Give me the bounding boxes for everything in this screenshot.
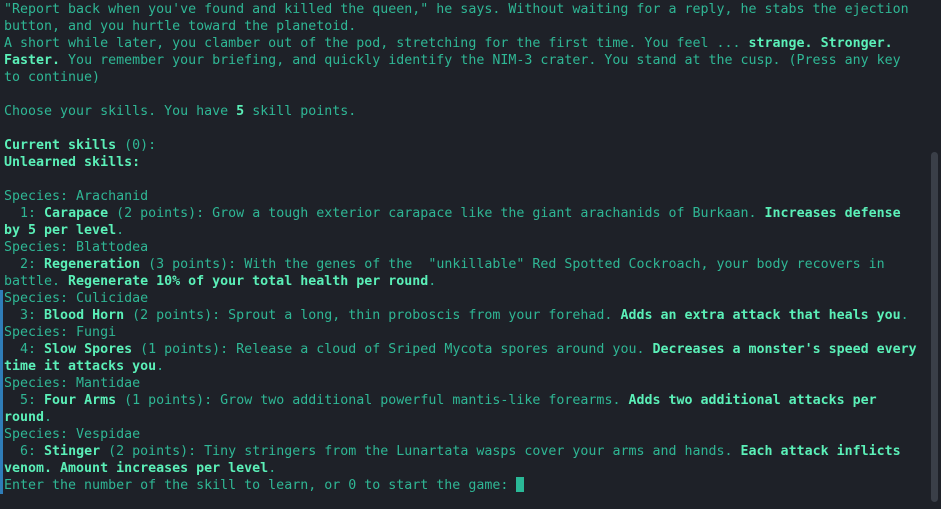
terminal-line: 6: Stinger (2 points): Tiny stringers fr… <box>4 443 924 477</box>
highlighted-text: Regenerate 10% of your total health per … <box>68 274 429 289</box>
scrollbar-thumb[interactable] <box>931 152 938 502</box>
highlighted-text: Slow Spores <box>44 342 133 357</box>
terminal-line: Current skills (0): <box>4 137 924 154</box>
terminal-text: "Report back when you've found and kille… <box>4 2 917 34</box>
terminal-text: You remember your briefing, and quickly … <box>4 53 909 85</box>
terminal-line: 3: Blood Horn (2 points): Sprout a long,… <box>4 307 924 324</box>
terminal-line: Species: Blattodea <box>4 239 924 256</box>
terminal-text: Species: Mantidae <box>4 376 141 391</box>
terminal-text: 5: <box>4 393 45 408</box>
terminal-text: 2: <box>4 257 45 272</box>
terminal-line: Unlearned skills: <box>4 154 924 171</box>
terminal-line: 5: Four Arms (1 points): Grow two additi… <box>4 392 924 426</box>
terminal-line: Choose your skills. You have 5 skill poi… <box>4 103 924 120</box>
text-cursor[interactable] <box>516 477 525 492</box>
terminal-line: Species: Culicidae <box>4 290 924 307</box>
highlighted-text: Regeneration <box>44 257 141 272</box>
highlighted-text: Unlearned skills: <box>4 155 141 170</box>
terminal-text: 3: <box>4 308 45 323</box>
terminal-line: 2: Regeneration (3 points): With the gen… <box>4 256 924 290</box>
terminal-text: . <box>116 223 125 238</box>
terminal-window: "Report back when you've found and kille… <box>0 0 941 509</box>
prompt-line[interactable]: Enter the number of the skill to learn, … <box>4 477 924 494</box>
terminal-text: (2 points): Grow a tough exterior carapa… <box>108 206 765 221</box>
terminal-line: Species: Mantidae <box>4 375 924 392</box>
terminal-output: "Report back when you've found and kille… <box>4 1 924 494</box>
terminal-line: "Report back when you've found and kille… <box>4 1 924 35</box>
terminal-text: (1 points): Grow two additional powerful… <box>116 393 629 408</box>
terminal-text: (2 points): Tiny stringers from the Luna… <box>100 444 741 459</box>
highlighted-text: Four Arms <box>44 393 117 408</box>
terminal-text: 6: <box>4 444 45 459</box>
terminal-text: A short while later, you clamber out of … <box>4 36 749 51</box>
highlighted-text: 5 <box>236 104 245 119</box>
terminal-text: . <box>900 308 909 323</box>
terminal-text: skill points. <box>244 104 357 119</box>
terminal-line: 4: Slow Spores (1 points): Release a clo… <box>4 341 924 375</box>
terminal-text: Species: Vespidae <box>4 427 141 442</box>
terminal-text: . <box>428 274 437 289</box>
terminal-text: (1 points): Release a cloud of Sriped My… <box>132 342 653 357</box>
input-prompt: Enter the number of the skill to learn, … <box>4 478 517 493</box>
terminal-text: Species: Culicidae <box>4 291 149 306</box>
terminal-line: A short while later, you clamber out of … <box>4 35 924 86</box>
terminal-text: Species: Fungi <box>4 325 117 340</box>
terminal-text: . <box>44 410 53 425</box>
terminal-line: 1: Carapace (2 points): Grow a tough ext… <box>4 205 924 239</box>
terminal-line: Species: Vespidae <box>4 426 924 443</box>
terminal-line: Species: Fungi <box>4 324 924 341</box>
terminal-text: Choose your skills. You have <box>4 104 237 119</box>
terminal-text: Species: Arachanid <box>4 189 149 204</box>
highlighted-text: Current skills <box>4 138 117 153</box>
terminal-text: 1: <box>4 206 45 221</box>
terminal-text: 4: <box>4 342 45 357</box>
terminal-text: . <box>268 461 277 476</box>
highlighted-text: Adds an extra attack that heals you <box>620 308 901 323</box>
terminal-line: Species: Arachanid <box>4 188 924 205</box>
terminal-text: . <box>156 359 165 374</box>
terminal-text: Species: Blattodea <box>4 240 149 255</box>
highlighted-text: Carapace <box>44 206 109 221</box>
highlighted-text: Stinger <box>44 444 101 459</box>
terminal-text: (0): <box>116 138 157 153</box>
terminal-text: (2 points): Sprout a long, thin probosci… <box>124 308 621 323</box>
gutter-marker <box>0 290 3 494</box>
highlighted-text: Blood Horn <box>44 308 125 323</box>
